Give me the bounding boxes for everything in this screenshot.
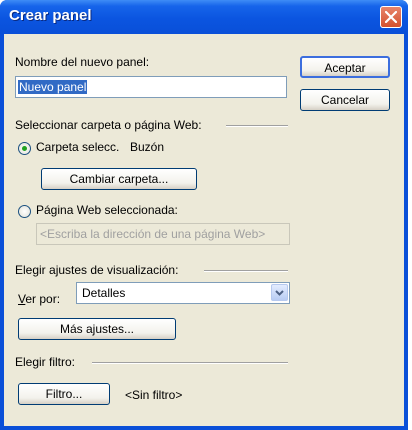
webpage-address-placeholder: <Escriba la dirección de una página Web> xyxy=(40,227,266,241)
dialog-window: Crear panel Nombre del nuevo panel: Nuev… xyxy=(0,0,408,430)
separator xyxy=(92,362,288,364)
dialog-title: Crear panel xyxy=(9,7,92,24)
view-by-value: Detalles xyxy=(82,286,126,300)
close-button[interactable] xyxy=(380,6,402,28)
dialog-body: Nombre del nuevo panel: Nuevo panel Acep… xyxy=(4,34,404,426)
view-by-select[interactable]: Detalles xyxy=(76,282,290,304)
more-settings-button-label: Más ajustes... xyxy=(59,322,135,336)
panel-name-input[interactable]: Nuevo panel xyxy=(15,76,287,98)
panel-name-value: Nuevo panel xyxy=(18,80,88,94)
webpage-radio[interactable] xyxy=(18,205,31,218)
radio-selected-dot xyxy=(22,146,27,151)
change-folder-button[interactable]: Cambiar carpeta... xyxy=(41,168,197,190)
change-folder-button-label: Cambiar carpeta... xyxy=(69,172,169,186)
folder-radio-label[interactable]: Carpeta selecc. xyxy=(36,140,119,154)
accept-button[interactable]: Aceptar xyxy=(300,56,390,78)
chevron-down-icon xyxy=(275,290,284,296)
filter-button[interactable]: Filtro... xyxy=(18,383,110,405)
folder-radio[interactable] xyxy=(18,142,31,155)
name-label: Nombre del nuevo panel: xyxy=(15,55,150,69)
select-section-label: Seleccionar carpeta o página Web: xyxy=(15,118,202,132)
cancel-button[interactable]: Cancelar xyxy=(300,89,390,111)
filter-section-label: Elegir filtro: xyxy=(15,355,76,369)
view-by-label: Ver por: xyxy=(18,292,61,306)
close-icon xyxy=(385,11,397,23)
webpage-address-input[interactable]: <Escriba la dirección de una página Web> xyxy=(36,223,290,245)
cancel-button-label: Cancelar xyxy=(320,93,370,107)
filter-value: <Sin filtro> xyxy=(125,388,183,402)
separator xyxy=(204,270,288,272)
webpage-radio-label[interactable]: Página Web seleccionada: xyxy=(36,203,178,217)
filter-button-label: Filtro... xyxy=(45,387,83,401)
title-bar[interactable]: Crear panel xyxy=(0,0,408,34)
more-settings-button[interactable]: Más ajustes... xyxy=(18,318,176,340)
view-section-label: Elegir ajustes de visualización: xyxy=(15,263,179,277)
accept-button-label: Aceptar xyxy=(324,61,366,75)
folder-value: Buzón xyxy=(130,140,165,154)
separator xyxy=(226,125,288,127)
dropdown-button[interactable] xyxy=(271,284,288,301)
